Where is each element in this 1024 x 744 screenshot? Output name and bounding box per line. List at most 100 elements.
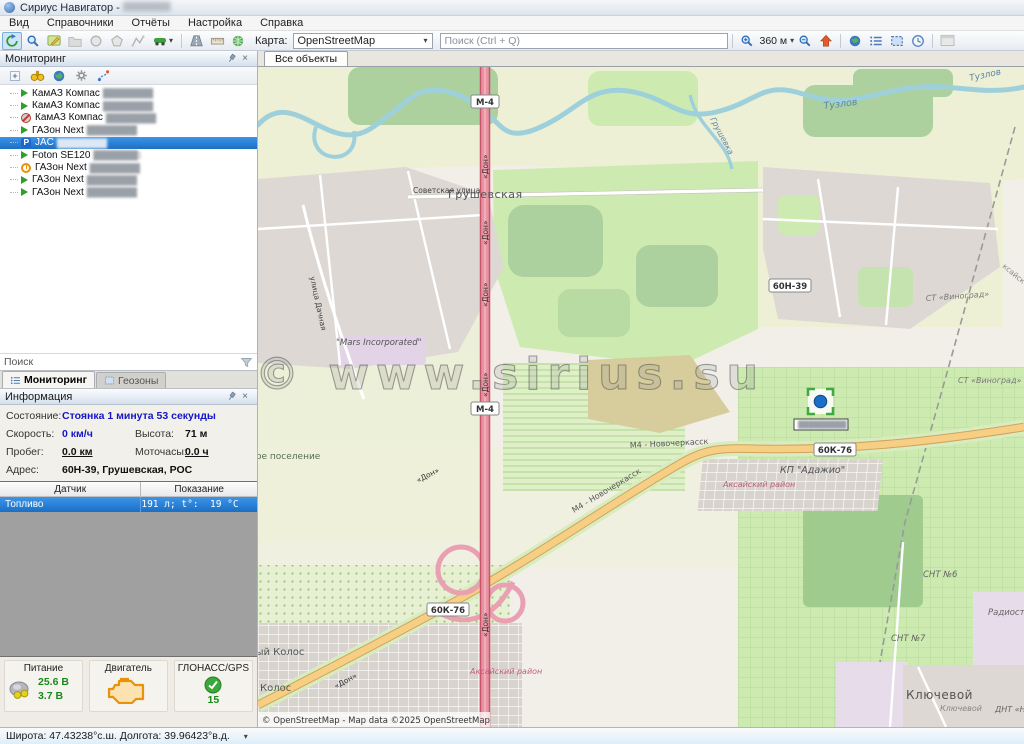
svg-text:«Дон»: «Дон» xyxy=(481,612,490,637)
sensor-row-selected[interactable]: Топливо 191 л; t°: 19 °C xyxy=(0,497,257,512)
toolbar-separator xyxy=(732,34,733,48)
close-panel-button[interactable]: × xyxy=(238,390,252,403)
gps-gauge-title: ГЛОНАСС/GPS xyxy=(178,663,249,674)
draw-polyline-button[interactable] xyxy=(128,32,148,50)
map-provider-select[interactable]: OpenStreetMap ▾ xyxy=(293,33,433,49)
residential-area xyxy=(836,662,908,727)
toolbar-separator xyxy=(181,34,182,48)
zoom-tool-button[interactable] xyxy=(23,32,43,50)
vehicle-row[interactable]: ГАЗон Next█████████ xyxy=(0,161,257,173)
expand-tree-button[interactable] xyxy=(6,68,24,84)
find-vehicle-button[interactable] xyxy=(28,68,46,84)
redacted-plate: █████████ xyxy=(103,88,153,98)
status-bar: Широта: 47.43238°с.ш. Долгота: 39.96423°… xyxy=(0,727,1024,744)
map-tab-all-objects[interactable]: Все объекты xyxy=(264,51,348,66)
refresh-track-button[interactable] xyxy=(2,32,22,50)
history-button[interactable] xyxy=(908,32,928,50)
home-position-button[interactable] xyxy=(816,32,836,50)
svg-text:60Н-39: 60Н-39 xyxy=(773,282,807,292)
vehicle-row[interactable]: КамАЗ Компас█████████ xyxy=(0,87,257,99)
forest-area xyxy=(636,245,718,307)
hours-value[interactable]: 0.0 ч xyxy=(185,446,209,458)
shield-60k76: 60К-76 xyxy=(814,443,856,456)
svg-text:М-4: М-4 xyxy=(476,98,494,108)
svg-text:Ключевой: Ключевой xyxy=(906,688,973,702)
filter-funnel-icon[interactable] xyxy=(240,356,253,369)
zoom-scale-caret[interactable]: ▾ xyxy=(790,36,794,45)
select-area-button[interactable] xyxy=(887,32,907,50)
track-route-button[interactable] xyxy=(94,68,112,84)
green-globe-icon xyxy=(231,34,245,48)
tree-search-input[interactable] xyxy=(4,356,240,368)
vehicle-row[interactable]: ГАЗон Next█████████ xyxy=(0,174,257,186)
map-objects-button[interactable] xyxy=(845,32,865,50)
close-panel-button[interactable]: × xyxy=(238,52,252,65)
settings-button[interactable] xyxy=(72,68,90,84)
edit-map-button[interactable] xyxy=(44,32,64,50)
global-search-input[interactable] xyxy=(440,33,728,49)
vehicle-row[interactable]: ГАЗон Next█████████ xyxy=(0,186,257,198)
marker-dot xyxy=(814,395,826,407)
svg-text:Аксайский район: Аксайский район xyxy=(469,667,542,676)
vehicle-row[interactable]: КамАЗ Компас█████████ xyxy=(0,112,257,124)
mileage-value[interactable]: 0.0 км xyxy=(62,446,93,458)
svg-text:СТ «Виноград»: СТ «Виноград» xyxy=(958,376,1021,385)
tab-geozones[interactable]: Геозоны xyxy=(96,372,166,388)
status-moving-icon xyxy=(21,126,28,134)
map-canvas[interactable]: Грушевская Советская улица улица Дачная … xyxy=(258,67,1024,727)
toolbar-separator xyxy=(840,34,841,48)
grass-area xyxy=(858,267,913,307)
residential-area xyxy=(973,592,1024,672)
menu-spravka[interactable]: Справка xyxy=(251,17,312,29)
zoom-in-button[interactable] xyxy=(737,32,757,50)
add-folder-icon-disabled xyxy=(68,34,82,48)
vehicle-row[interactable]: ГАЗон Next█████████ xyxy=(0,124,257,136)
altitude-value: 71 м xyxy=(185,428,207,440)
tab-monitoring[interactable]: Мониторинг xyxy=(2,371,95,388)
circle-icon-disabled xyxy=(89,34,103,48)
vehicle-row[interactable]: КамАЗ Компас█████████ xyxy=(0,99,257,111)
menu-spravochniki[interactable]: Справочники xyxy=(38,17,123,29)
menu-otchety[interactable]: Отчёты xyxy=(123,17,179,29)
menu-nastroyka[interactable]: Настройка xyxy=(179,17,251,29)
globe-icon xyxy=(52,69,66,83)
show-track-button[interactable] xyxy=(186,32,206,50)
measure-button[interactable] xyxy=(207,32,227,50)
state-label: Состояние: xyxy=(6,410,61,422)
pin-panel-button[interactable] xyxy=(224,390,238,403)
traffic-button[interactable] xyxy=(228,32,248,50)
draw-polygon-button[interactable] xyxy=(107,32,127,50)
panel-toggle-button[interactable] xyxy=(937,32,957,50)
state-value: Стоянка 1 минута 53 секунды xyxy=(62,410,216,422)
monitoring-toolbar xyxy=(0,67,257,85)
zoom-scale-value: 360 м xyxy=(760,35,788,47)
shield-60k76: 60К-76 xyxy=(427,603,469,616)
engine-gauge-title: Двигатель xyxy=(93,663,164,674)
map-edit-icon xyxy=(47,33,62,48)
window-title: Сириус Навигатор - xyxy=(20,2,120,14)
pin-panel-button[interactable] xyxy=(224,52,238,65)
plus-box-icon xyxy=(9,70,21,82)
vehicle-row-selected[interactable]: JAC█████████ xyxy=(0,137,257,149)
map-select-label: Карта: xyxy=(255,35,288,47)
menu-vid[interactable]: Вид xyxy=(0,17,38,29)
forest-area xyxy=(558,289,630,337)
object-list-button[interactable] xyxy=(866,32,886,50)
svg-text:ое поселение: ое поселение xyxy=(258,452,321,462)
zoom-out-icon xyxy=(798,34,812,48)
geozone-rect-icon xyxy=(104,375,115,386)
magnifier-icon xyxy=(26,34,40,48)
zoom-out-button[interactable] xyxy=(795,32,815,50)
svg-text:Советская улица: Советская улица xyxy=(413,186,480,195)
caret-down-icon: ▾ xyxy=(423,36,427,45)
redacted-plate: █████████ xyxy=(106,113,156,123)
power-gauge-title: Питание xyxy=(8,663,79,674)
gear-icon xyxy=(75,69,88,82)
add-object-button[interactable] xyxy=(65,32,85,50)
vehicle-row[interactable]: Foton SE120████████1 xyxy=(0,149,257,161)
title-bar: Сириус Навигатор - ██████████ xyxy=(0,0,1024,16)
draw-circle-button[interactable] xyxy=(86,32,106,50)
coordinates-format-caret[interactable]: ▾ xyxy=(244,732,248,741)
show-all-on-map-button[interactable] xyxy=(50,68,68,84)
vehicle-menu-button[interactable]: ▾ xyxy=(149,32,177,50)
